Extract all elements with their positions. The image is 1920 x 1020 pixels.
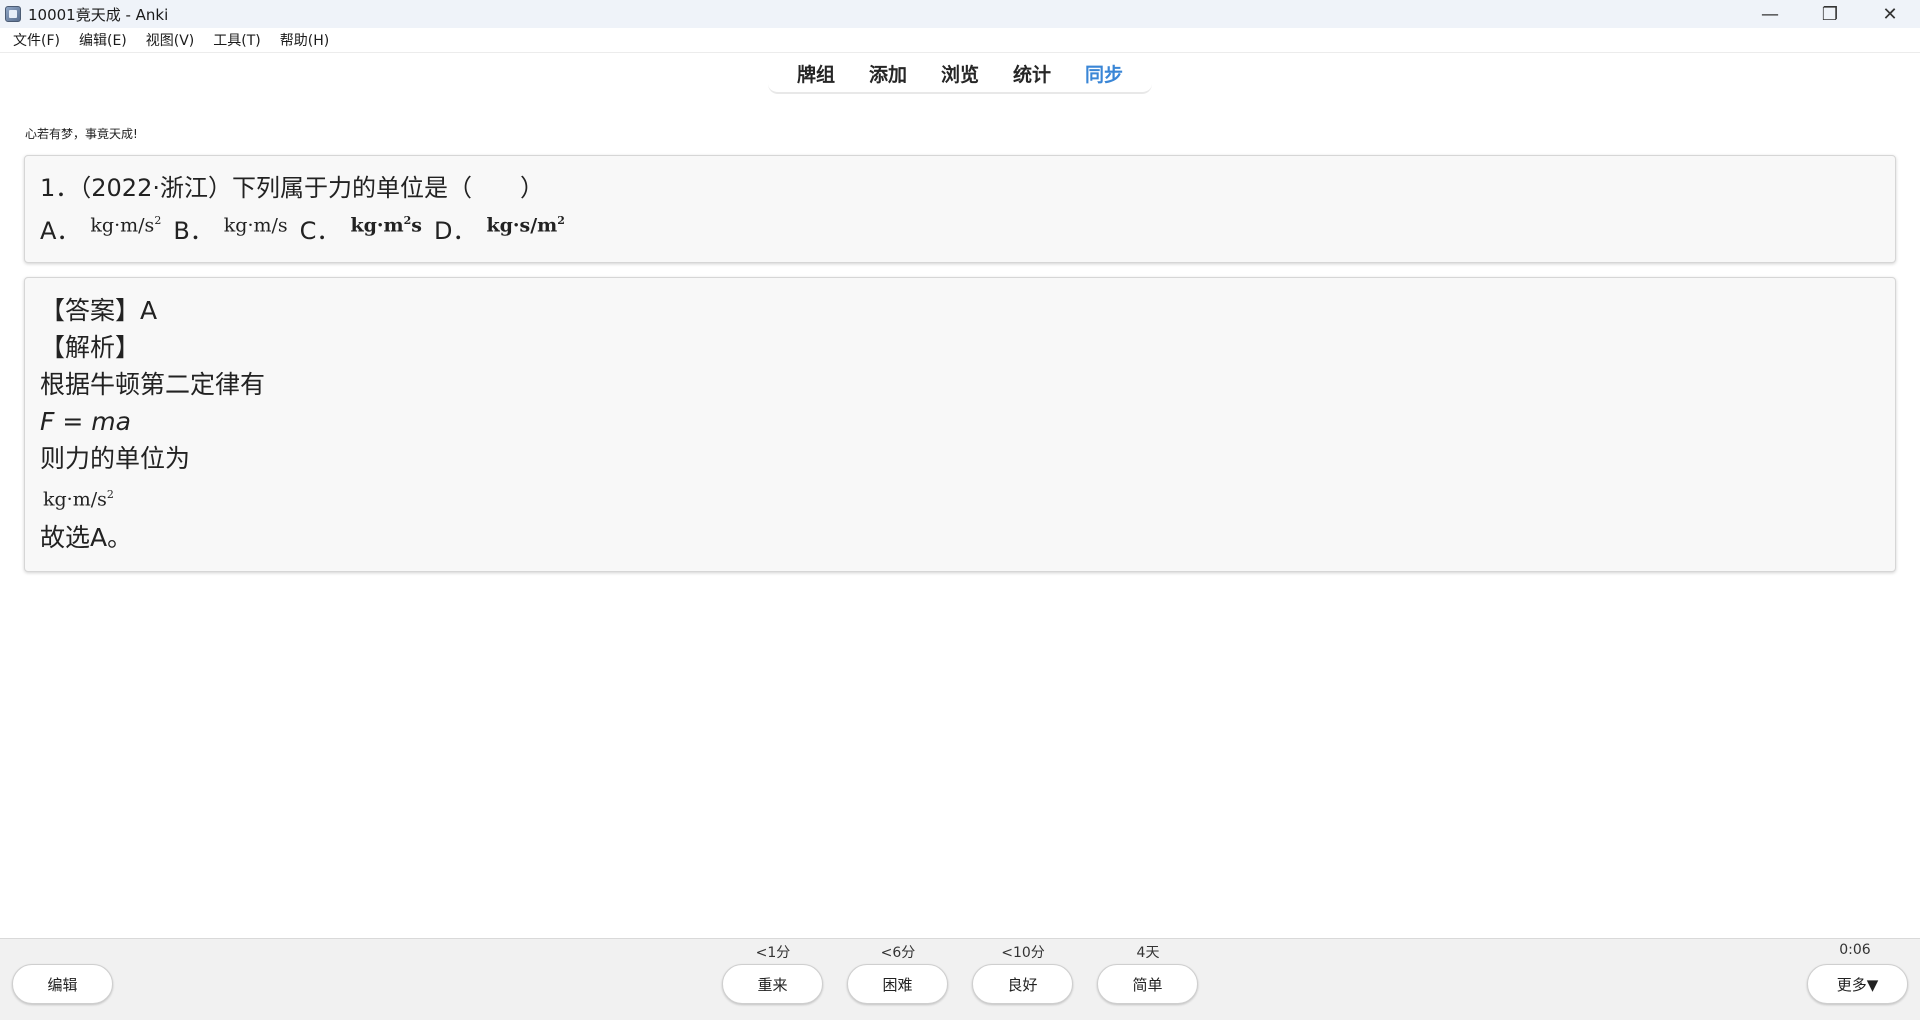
- option-c-formula: kg·m2s: [350, 213, 422, 236]
- option-b-formula: kg·m/s: [223, 214, 288, 236]
- window-controls: — ❐ ✕: [1740, 0, 1920, 28]
- options-row: A． kg·m/s2 B． kg·m/s C． kg·m2s D． kg·s/m…: [40, 206, 1880, 246]
- nav-sync[interactable]: 同步: [1068, 60, 1140, 87]
- menu-file[interactable]: 文件(F): [13, 30, 60, 50]
- hard-interval: <6分: [880, 945, 916, 961]
- analysis-conclusion: 故选A。: [40, 523, 133, 553]
- option-d-label: D．: [433, 217, 477, 245]
- nav-browse[interactable]: 浏览: [924, 60, 996, 87]
- anki-app-icon: [5, 6, 21, 22]
- answer-line: 【答案】A: [40, 296, 158, 325]
- analysis-line-1: 根据牛顿第二定律有: [40, 370, 266, 399]
- answer-card: 【答案】A 【解析】 根据牛顿第二定律有 F = ma 则力的单位为 kg·m/…: [24, 277, 1896, 572]
- analysis-unit-formula: kg·m/s2: [43, 488, 114, 511]
- analysis-line-2: 则力的单位为: [40, 444, 191, 473]
- menu-bar: 文件(F) 编辑(E) 视图(V) 工具(T) 帮助(H): [0, 28, 1920, 53]
- analysis-equation: F = ma: [40, 407, 131, 436]
- nav-decks[interactable]: 牌组: [780, 60, 852, 87]
- question-card: 1．（2022·浙江）下列属于力的单位是（ ） A． kg·m/s2 B． kg…: [24, 155, 1896, 263]
- restore-button[interactable]: ❐: [1800, 0, 1860, 28]
- option-a-formula: kg·m/s2: [90, 213, 162, 236]
- top-navigation: 牌组 添加 浏览 统计 同步: [768, 54, 1152, 94]
- review-timer: 0:06: [1839, 942, 1871, 958]
- edit-button[interactable]: 编辑: [12, 964, 113, 1004]
- close-button[interactable]: ✕: [1860, 0, 1920, 28]
- review-bottom-bar: [0, 938, 1920, 1020]
- hard-button[interactable]: 困难: [847, 964, 948, 1004]
- option-d-formula: kg·s/m2: [486, 213, 565, 236]
- nav-stats[interactable]: 统计: [996, 60, 1068, 87]
- option-a-label: A．: [40, 217, 81, 245]
- option-c-label: C．: [299, 217, 341, 245]
- good-interval: <10分: [1001, 945, 1045, 961]
- menu-help[interactable]: 帮助(H): [280, 30, 329, 50]
- minimize-button[interactable]: —: [1740, 0, 1800, 28]
- analysis-heading: 【解析】: [40, 333, 141, 362]
- more-button[interactable]: 更多▼: [1807, 964, 1908, 1004]
- menu-view[interactable]: 视图(V): [146, 30, 195, 50]
- title-bar: 10001竟天成 - Anki — ❐ ✕: [0, 0, 1920, 28]
- question-stem: 1．（2022·浙江）下列属于力的单位是（ ）: [40, 174, 544, 202]
- easy-interval: 4天: [1136, 945, 1160, 961]
- nav-add[interactable]: 添加: [852, 60, 924, 87]
- window-title: 10001竟天成 - Anki: [28, 5, 169, 24]
- good-button[interactable]: 良好: [972, 964, 1073, 1004]
- easy-button[interactable]: 简单: [1097, 964, 1198, 1004]
- again-button[interactable]: 重来: [722, 964, 823, 1004]
- option-b-label: B．: [173, 217, 214, 245]
- menu-edit[interactable]: 编辑(E): [79, 30, 127, 50]
- again-interval: <1分: [755, 945, 791, 961]
- deck-motto: 心若有梦，事竟天成!: [25, 127, 138, 141]
- menu-tools[interactable]: 工具(T): [213, 30, 260, 50]
